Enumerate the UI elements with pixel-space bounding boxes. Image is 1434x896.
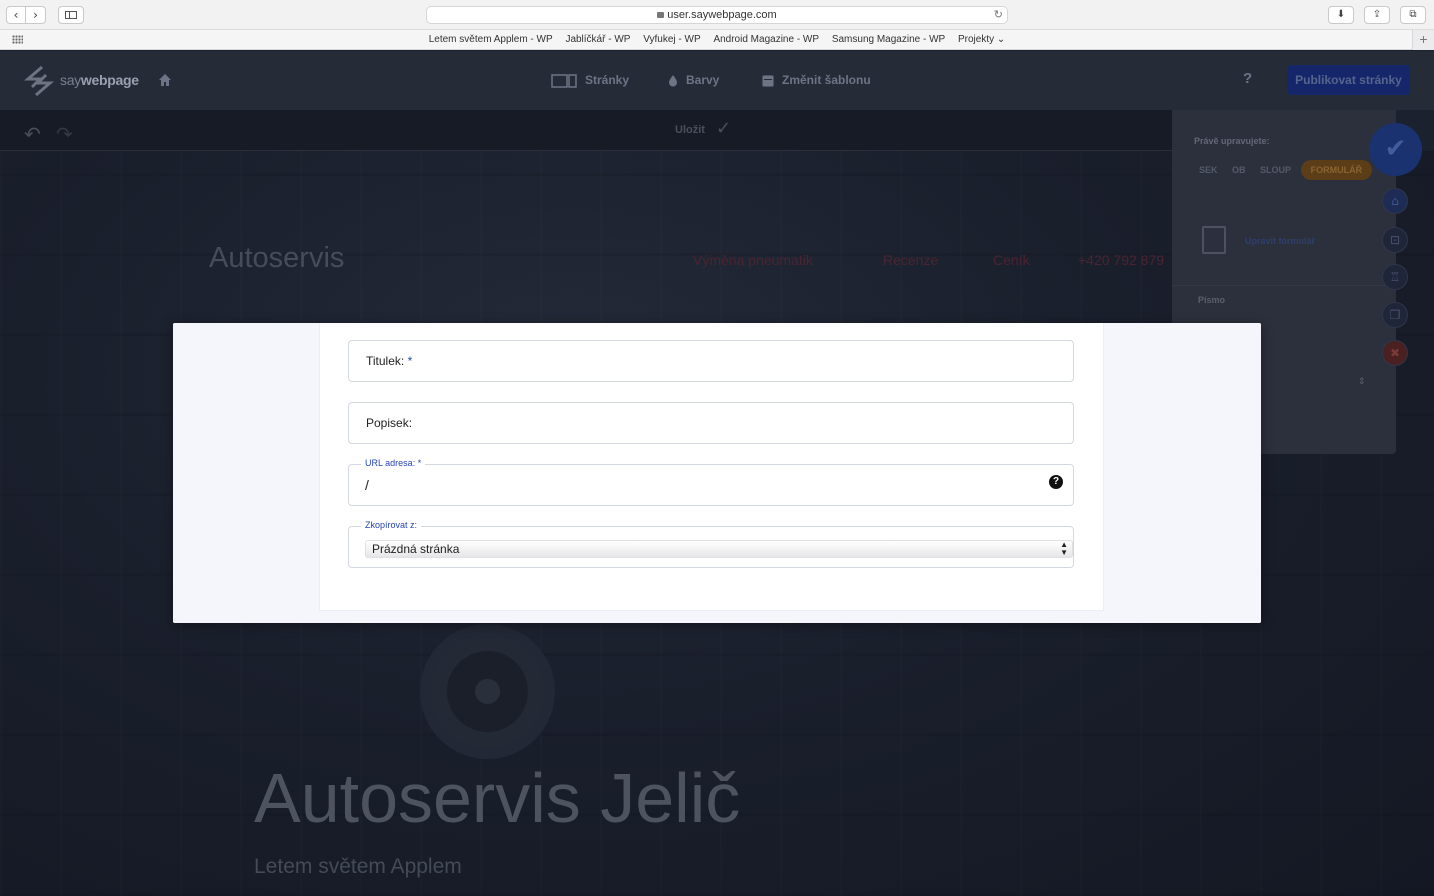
site-nav-item: Recenze bbox=[883, 252, 939, 268]
site-nav-item: Výměna pneumatik bbox=[693, 252, 813, 268]
copy-from-select[interactable]: Prázdná stránka ▲ ▼ bbox=[365, 540, 1073, 558]
browser-toolbar: ‹ › user.saywebpage.com ↻ ⬇ ⇪ ⧉ bbox=[0, 0, 1434, 30]
description-field[interactable]: Popisek: bbox=[348, 402, 1074, 444]
url-label: URL adresa: * bbox=[361, 458, 426, 468]
favorites-bar: Letem světem Applem - WP Jablíčkář - WP … bbox=[0, 30, 1434, 50]
title-label: Titulek: * bbox=[366, 354, 413, 368]
hero-subtitle: Letem světem Applem bbox=[254, 855, 462, 878]
select-arrow-icon[interactable]: ⇕ bbox=[1358, 376, 1366, 387]
home-icon[interactable] bbox=[158, 73, 172, 87]
delete-icon[interactable]: ✖ bbox=[1382, 340, 1408, 366]
site-nav-item: Ceník bbox=[993, 252, 1030, 268]
help-icon[interactable]: ? bbox=[1243, 70, 1252, 87]
favorite-link[interactable]: Jablíčkář - WP bbox=[565, 34, 630, 45]
wheel-image bbox=[420, 624, 555, 759]
tab-form[interactable]: FORMULÁŘ bbox=[1300, 160, 1373, 180]
logo-text: saywebpage bbox=[60, 72, 139, 88]
favorite-link[interactable]: Letem světem Applem - WP bbox=[429, 34, 553, 45]
nav-colors[interactable]: Barvy bbox=[668, 71, 719, 89]
url-text: user.saywebpage.com bbox=[667, 9, 777, 21]
tab-section[interactable]: SEK bbox=[1194, 160, 1223, 180]
shirt-icon[interactable]: ♖ bbox=[1382, 264, 1408, 290]
favorite-link[interactable]: Vyfukej - WP bbox=[643, 34, 700, 45]
lock-icon bbox=[657, 12, 665, 18]
form-edit-icon bbox=[1202, 226, 1226, 254]
publish-button[interactable]: Publikovat stránky bbox=[1287, 65, 1410, 95]
editing-label: Právě upravujete: bbox=[1194, 136, 1270, 146]
new-tab-icon[interactable]: + bbox=[1412, 30, 1434, 50]
divider bbox=[1172, 285, 1396, 286]
hero-title: Autoservis Jelič bbox=[254, 759, 741, 837]
editor-toolbar: ↶ ↷ Uložit ✓ bbox=[0, 110, 1172, 151]
save-button[interactable]: Uložit bbox=[675, 124, 705, 136]
favorite-folder[interactable]: Projekty ⌄ bbox=[958, 34, 1005, 45]
favorite-link[interactable]: Samsung Magazine - WP bbox=[832, 34, 945, 45]
reload-icon[interactable]: ↻ bbox=[994, 7, 1003, 23]
title-field[interactable]: Titulek: * bbox=[348, 340, 1074, 382]
share-icon[interactable]: ⇪ bbox=[1364, 6, 1390, 24]
tabs-overview-icon[interactable]: ⧉ bbox=[1400, 6, 1426, 24]
font-label: Písmo bbox=[1198, 295, 1226, 305]
copy-from-label: Zkopírovat z: bbox=[361, 520, 422, 530]
element-tabs: SEK OB SLOUP FORMULÁŘ bbox=[1194, 160, 1374, 180]
nav-pages[interactable]: Stránky bbox=[551, 71, 629, 89]
edit-form-link[interactable]: Upravit formulář bbox=[1245, 236, 1315, 246]
nav-change-template[interactable]: Změnit šablonu bbox=[762, 71, 871, 89]
redo-icon[interactable]: ↷ bbox=[56, 122, 73, 146]
template-icon bbox=[762, 75, 774, 87]
tab-column[interactable]: SLOUP bbox=[1255, 160, 1296, 180]
copy-from-value: Prázdná stránka bbox=[372, 542, 460, 556]
url-field[interactable]: URL adresa: * ? bbox=[348, 458, 1074, 506]
url-input[interactable] bbox=[365, 477, 1035, 493]
favorites-list: Letem světem Applem - WP Jablíčkář - WP … bbox=[0, 34, 1434, 45]
site-brand: Autoservis bbox=[209, 242, 345, 274]
check-icon[interactable]: ✓ bbox=[716, 118, 731, 139]
help-circle-icon[interactable]: ? bbox=[1049, 475, 1063, 489]
favorite-link[interactable]: Android Magazine - WP bbox=[713, 34, 819, 45]
focus-icon[interactable]: ⊡ bbox=[1382, 227, 1408, 253]
confirm-check-icon[interactable]: ✔ bbox=[1369, 123, 1422, 176]
site-nav-item: +420 792 879 bbox=[1078, 252, 1165, 268]
select-updown-icon: ▲ ▼ bbox=[1060, 540, 1068, 557]
forward-icon[interactable]: › bbox=[26, 6, 46, 24]
back-icon[interactable]: ‹ bbox=[6, 6, 26, 24]
download-icon[interactable]: ⬇ bbox=[1328, 6, 1354, 24]
app-header: saywebpage Stránky Barvy Změnit šablonu … bbox=[0, 51, 1434, 110]
home-section-icon[interactable]: ⌂ bbox=[1382, 188, 1408, 214]
logo-icon bbox=[24, 65, 54, 97]
droplet-icon bbox=[669, 75, 677, 87]
copy-from-field[interactable]: Zkopírovat z: Prázdná stránka ▲ ▼ bbox=[348, 520, 1074, 568]
sidebar-toggle-icon[interactable] bbox=[58, 6, 84, 24]
address-bar[interactable]: user.saywebpage.com ↻ bbox=[426, 6, 1008, 24]
description-label: Popisek: bbox=[366, 416, 413, 430]
copy-icon[interactable]: ❐ bbox=[1382, 302, 1408, 328]
tab-content[interactable]: OB bbox=[1227, 160, 1251, 180]
undo-icon[interactable]: ↶ bbox=[24, 122, 41, 146]
new-page-modal: Titulek: * Popisek: URL adresa: * ? Zkop… bbox=[173, 323, 1261, 623]
pages-icon bbox=[551, 74, 577, 88]
